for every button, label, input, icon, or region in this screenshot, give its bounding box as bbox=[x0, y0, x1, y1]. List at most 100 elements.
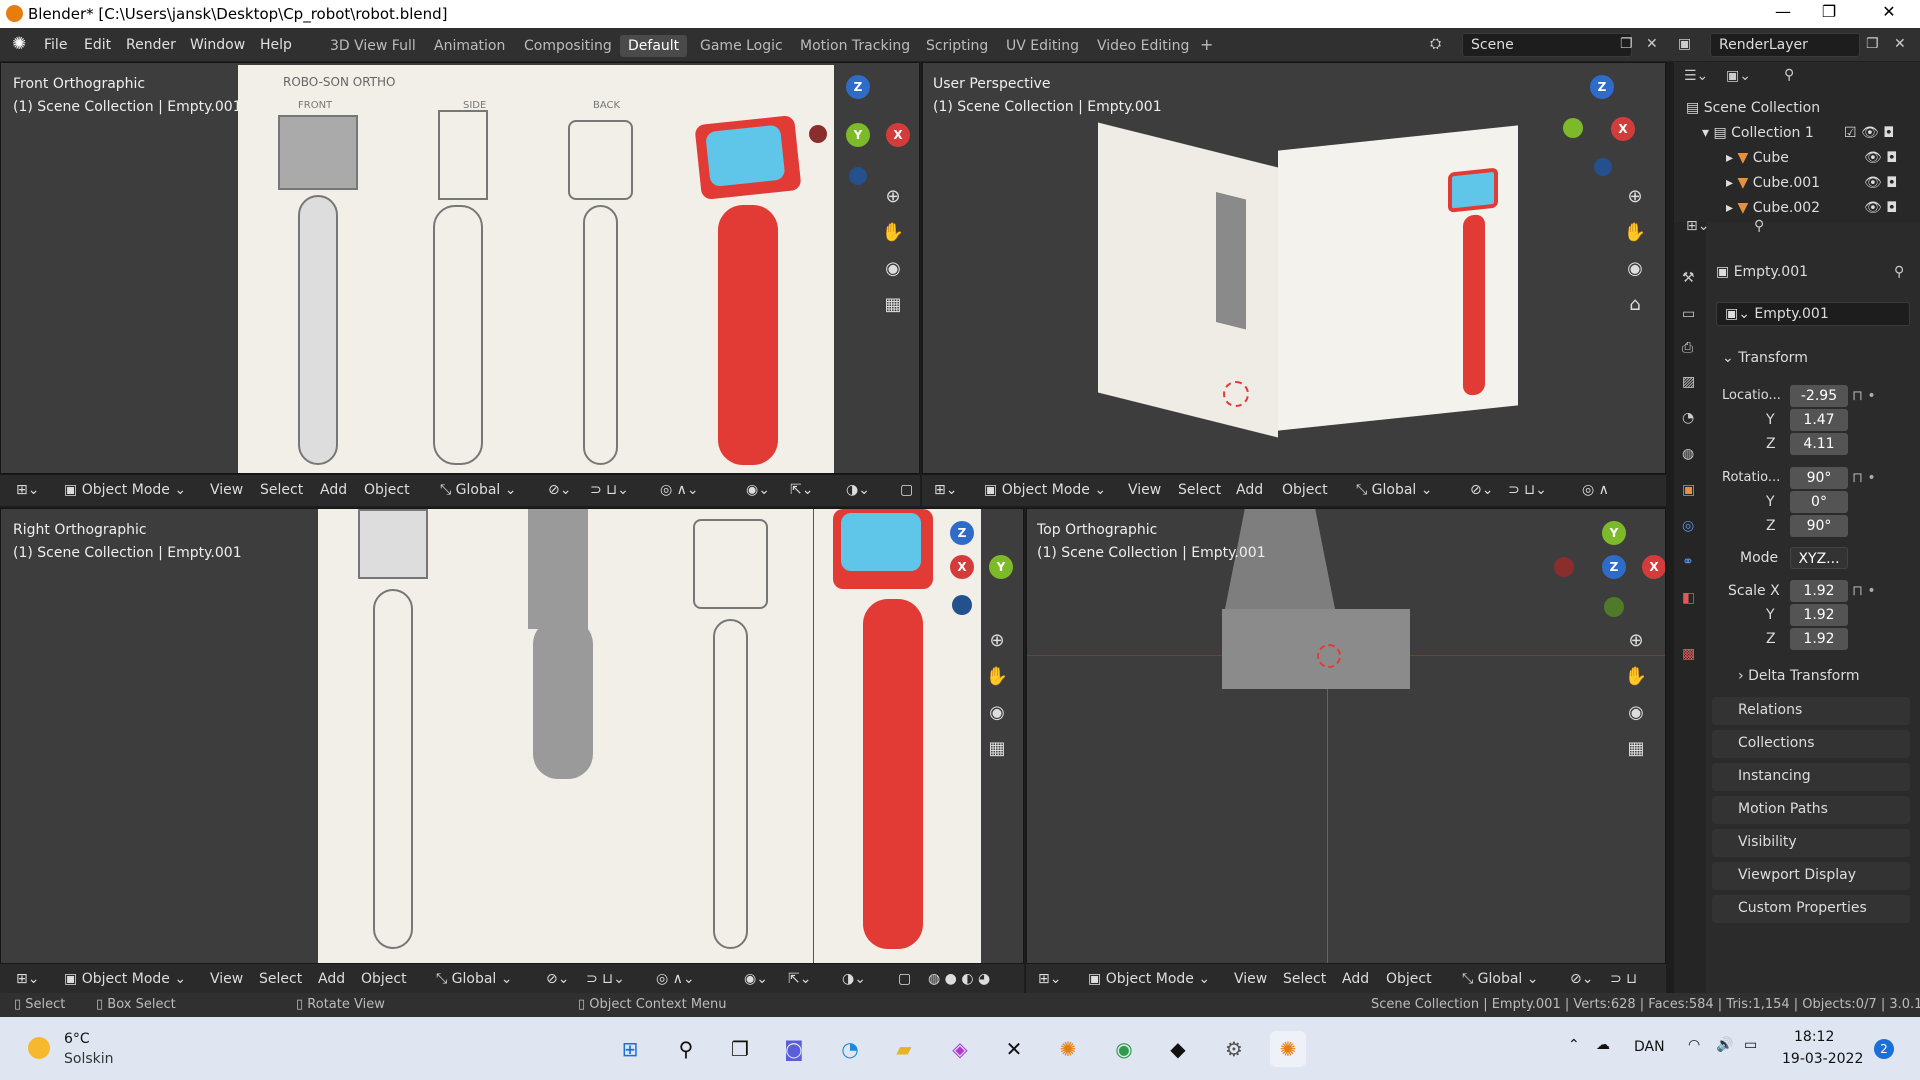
menu-select[interactable]: Select bbox=[259, 971, 302, 987]
gizmo-toggle-icon[interactable]: ⇱⌄ bbox=[788, 971, 811, 987]
rotation-z-field[interactable]: 90° bbox=[1790, 515, 1848, 537]
menu-add[interactable]: Add bbox=[1236, 482, 1263, 498]
editor-type-icon[interactable]: ⊞⌄ bbox=[934, 482, 957, 498]
pin-icon[interactable]: ⚲ bbox=[1894, 264, 1904, 280]
proportional-icon[interactable]: ◎ ∧⌄ bbox=[660, 482, 699, 498]
lock-icons-scale[interactable]: ⊓ • bbox=[1852, 583, 1876, 599]
gizmo-neg-x[interactable] bbox=[1554, 557, 1574, 577]
editor-type-icon[interactable]: ⊞⌄ bbox=[1038, 971, 1061, 987]
object-data-field[interactable]: ▣⌄ Empty.001 bbox=[1716, 302, 1910, 326]
tab-3d-view-full[interactable]: 3D View Full bbox=[330, 38, 416, 54]
viewport-user-perspective[interactable]: User Perspective (1) Scene Collection | … bbox=[922, 62, 1666, 474]
menu-view[interactable]: View bbox=[210, 971, 243, 987]
gizmo-x[interactable]: X bbox=[1642, 555, 1665, 579]
clock-time[interactable]: 18:12 bbox=[1794, 1029, 1834, 1045]
blender-taskbar-icon[interactable]: ✺ bbox=[1050, 1031, 1086, 1067]
grid-icon[interactable]: ▦ bbox=[983, 735, 1011, 763]
object-mode-dropdown[interactable]: ▣ Object Mode ⌄ bbox=[1088, 971, 1210, 987]
snap-icon[interactable]: ⊃ ⊔⌄ bbox=[586, 971, 625, 987]
editor-type-icon[interactable]: ⊞⌄ bbox=[16, 482, 39, 498]
editor-type-icon[interactable]: ⊞⌄ bbox=[16, 971, 39, 987]
app-icon[interactable]: ◈ bbox=[942, 1031, 978, 1067]
menu-view[interactable]: View bbox=[1128, 482, 1161, 498]
menu-object[interactable]: Object bbox=[1282, 482, 1328, 498]
minimize-button[interactable]: — bbox=[1760, 2, 1806, 26]
gizmo-x[interactable]: X bbox=[950, 555, 974, 579]
volume-icon[interactable]: 🔊 bbox=[1716, 1037, 1733, 1053]
delta-transform-panel[interactable]: › Delta Transform bbox=[1738, 668, 1860, 684]
menu-window[interactable]: Window bbox=[190, 37, 245, 53]
menu-select[interactable]: Select bbox=[260, 482, 303, 498]
menu-select[interactable]: Select bbox=[1178, 482, 1221, 498]
search-icon[interactable]: ⚲ bbox=[1784, 67, 1794, 83]
scene-field[interactable]: Scene bbox=[1462, 33, 1632, 57]
tab-animation[interactable]: Animation bbox=[434, 38, 505, 54]
wifi-icon[interactable]: ◠ bbox=[1688, 1037, 1700, 1053]
lock-icons[interactable]: ⊓ • bbox=[1852, 388, 1876, 404]
location-x-field[interactable]: -2.95 bbox=[1790, 385, 1848, 407]
data-tab-icon[interactable]: ◧ bbox=[1682, 590, 1695, 606]
object-mode-dropdown[interactable]: ▣ Object Mode ⌄ bbox=[64, 482, 186, 498]
zoom-icon[interactable]: ⊕ bbox=[879, 183, 907, 211]
battery-icon[interactable]: ▭ bbox=[1744, 1037, 1757, 1053]
menu-object[interactable]: Object bbox=[364, 482, 410, 498]
unity-icon[interactable]: ◆ bbox=[1160, 1031, 1196, 1067]
outliner-scene-collection[interactable]: ▤ Scene Collection bbox=[1686, 100, 1820, 116]
orientation-dropdown[interactable]: ⤡ Global ⌄ bbox=[440, 482, 517, 498]
constraint-tab-icon[interactable]: ⚭ bbox=[1682, 554, 1694, 570]
location-y-field[interactable]: 1.47 bbox=[1790, 409, 1848, 431]
grid-icon[interactable]: ▦ bbox=[879, 291, 907, 319]
gizmo-z[interactable]: Z bbox=[1590, 75, 1614, 99]
collection-visibility-icons[interactable]: ☑ 👁 ◘ bbox=[1844, 125, 1894, 141]
new-layer-icon[interactable]: ❐ bbox=[1866, 36, 1879, 52]
edge-icon[interactable]: ◔ bbox=[832, 1031, 868, 1067]
weather-status[interactable]: Solskin bbox=[64, 1051, 114, 1067]
scene-tab-icon[interactable]: ◔ bbox=[1682, 410, 1694, 426]
chat-icon[interactable]: ◙ bbox=[776, 1031, 812, 1067]
orientation-dropdown[interactable]: ⤡ Global ⌄ bbox=[1462, 971, 1539, 987]
rotation-mode-dropdown[interactable]: XYZ... bbox=[1790, 547, 1848, 569]
gizmo-neg-z[interactable] bbox=[849, 167, 867, 185]
gizmo-z[interactable]: Z bbox=[950, 521, 974, 545]
pan-hand-icon[interactable]: ✋ bbox=[1621, 219, 1649, 247]
viewport-right-ortho[interactable]: Right Orthographic (1) Scene Collection … bbox=[0, 508, 1024, 964]
snap-icon[interactable]: ⊃ ⊔ bbox=[1610, 971, 1637, 987]
gizmo-neg-z[interactable] bbox=[952, 595, 972, 615]
remove-layer-icon[interactable]: ✕ bbox=[1894, 36, 1906, 52]
zoom-icon[interactable]: ⊕ bbox=[1622, 627, 1650, 655]
modifier-tab-icon[interactable]: ◎ bbox=[1682, 518, 1694, 534]
language-indicator[interactable]: DAN bbox=[1634, 1039, 1665, 1055]
start-icon[interactable]: ⊞ bbox=[612, 1031, 648, 1067]
gizmo-toggle-icon[interactable]: ⇱⌄ bbox=[790, 482, 813, 498]
gizmo-y[interactable]: Y bbox=[989, 555, 1013, 579]
scale-z-field[interactable]: 1.92 bbox=[1790, 628, 1848, 650]
menu-add[interactable]: Add bbox=[318, 971, 345, 987]
menu-render[interactable]: Render bbox=[126, 37, 176, 53]
task-view-icon[interactable]: ❐ bbox=[722, 1031, 758, 1067]
menu-view[interactable]: View bbox=[210, 482, 243, 498]
menu-view[interactable]: View bbox=[1234, 971, 1267, 987]
proportional-icon[interactable]: ◎ ∧ bbox=[1582, 482, 1609, 498]
pan-hand-icon[interactable]: ✋ bbox=[983, 663, 1011, 691]
blender-menu-icon[interactable]: ✺ bbox=[12, 34, 26, 54]
object-tab-icon[interactable]: ▣ bbox=[1682, 482, 1695, 498]
menu-file[interactable]: File bbox=[44, 37, 67, 53]
overlay-icon[interactable]: ◑⌄ bbox=[846, 482, 870, 498]
tab-game-logic[interactable]: Game Logic bbox=[700, 38, 783, 54]
rotation-y-field[interactable]: 0° bbox=[1790, 491, 1848, 513]
remove-scene-icon[interactable]: ✕ bbox=[1646, 36, 1658, 52]
rotation-x-field[interactable]: 90° bbox=[1790, 467, 1848, 489]
proportional-icon[interactable]: ◎ ∧⌄ bbox=[656, 971, 695, 987]
properties-editor-icon[interactable]: ⊞⌄ bbox=[1686, 218, 1709, 234]
menu-add[interactable]: Add bbox=[1342, 971, 1369, 987]
xray-icon[interactable]: ▢ bbox=[900, 482, 913, 498]
panel-custom-properties[interactable]: Custom Properties bbox=[1712, 895, 1910, 923]
pan-hand-icon[interactable]: ✋ bbox=[879, 219, 907, 247]
texture-tab-icon[interactable]: ▩ bbox=[1682, 646, 1695, 662]
camera-icon[interactable]: ◉ bbox=[879, 255, 907, 283]
panel-collections[interactable]: Collections bbox=[1712, 730, 1910, 758]
onedrive-icon[interactable]: ☁ bbox=[1596, 1037, 1610, 1053]
add-workspace-button[interactable]: + bbox=[1200, 35, 1213, 54]
pivot-icon[interactable]: ⊘⌄ bbox=[1570, 971, 1593, 987]
panel-viewport-display[interactable]: Viewport Display bbox=[1712, 862, 1910, 890]
